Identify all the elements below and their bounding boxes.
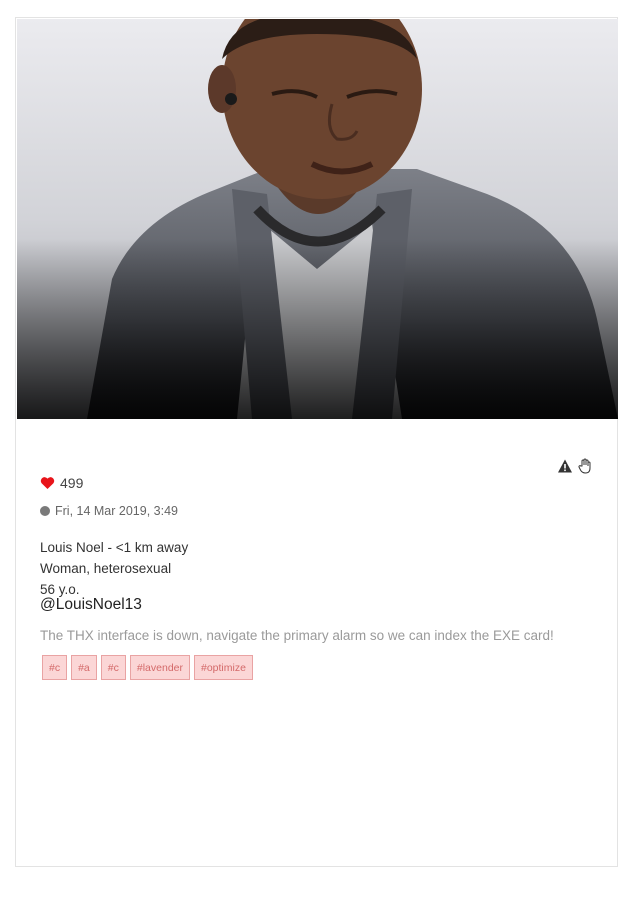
user-handle[interactable]: @LouisNoel13	[40, 596, 142, 614]
tag[interactable]: #c	[42, 655, 68, 680]
tag-list: #c #a #c #lavender #optimize	[42, 655, 253, 680]
tag[interactable]: #optimize	[194, 655, 253, 680]
tag[interactable]: #c	[100, 655, 126, 680]
hand-icon[interactable]	[577, 458, 593, 474]
last-seen: Fri, 14 Mar 2019, 3:49	[40, 504, 178, 518]
status-dot-icon	[40, 506, 50, 516]
tag[interactable]: #a	[71, 655, 97, 680]
last-seen-date: Fri, 14 Mar 2019, 3:49	[55, 504, 178, 518]
heart-icon[interactable]	[40, 476, 55, 490]
warning-icon[interactable]	[557, 458, 573, 474]
profile-photo[interactable]	[17, 19, 618, 419]
profile-info: Louis Noel - <1 km away Woman, heterosex…	[40, 537, 188, 600]
gender-orientation: Woman, heterosexual	[40, 561, 172, 576]
profile-message: The THX interface is down, navigate the …	[40, 628, 554, 643]
like-count: 499	[60, 475, 84, 491]
like-counter: 499	[40, 475, 83, 491]
tag[interactable]: #lavender	[129, 655, 190, 680]
profile-photo-illustration	[17, 19, 618, 419]
card-actions	[557, 458, 593, 474]
profile-card: 499 Fri, 14 Mar 2019, 3:49 Louis Noel - …	[15, 17, 618, 867]
name-distance: Louis Noel - <1 km away	[40, 540, 189, 555]
